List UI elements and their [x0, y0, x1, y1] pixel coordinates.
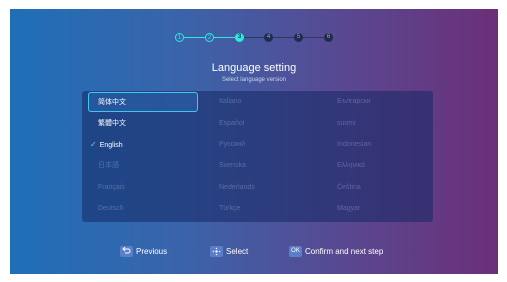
language-option-label: English — [99, 142, 123, 149]
setup-stepper: 1 2 3 4 5 6 — [10, 31, 498, 45]
language-option-czech[interactable]: Čeština — [327, 178, 437, 198]
checkmark-icon: ✓ — [90, 140, 97, 149]
ok-key: OK — [289, 246, 302, 258]
step-6: 6 — [324, 33, 333, 42]
confirm-label: Confirm and next step — [305, 247, 384, 256]
setup-screen: 1 2 3 4 5 6 Language setting Select lang… — [10, 9, 498, 274]
language-option-greek[interactable]: Ελληνικά — [327, 156, 437, 176]
step-2: 2 — [205, 33, 214, 42]
step-connector — [303, 37, 324, 38]
step-connector — [273, 37, 294, 38]
language-option-swedish[interactable]: Svenska — [209, 156, 319, 176]
step-connector — [184, 37, 205, 38]
language-grid: 简体中文 繁體中文 ✓ English 日本語 Français Deutsch … — [82, 91, 433, 222]
language-option-russian[interactable]: Русский — [209, 135, 319, 155]
step-connector — [214, 37, 235, 38]
step-4: 4 — [264, 33, 273, 42]
previous-label: Previous — [136, 247, 168, 256]
step-connector — [244, 37, 264, 38]
language-option-german[interactable]: Deutsch — [88, 199, 198, 219]
language-option-indonesian[interactable]: Indonesian — [327, 135, 437, 155]
language-option-traditional-chinese[interactable]: 繁體中文 — [88, 114, 198, 134]
language-option-finnish[interactable]: suomi — [327, 114, 437, 134]
language-option-english[interactable]: ✓ English — [88, 135, 198, 155]
select-label: Select — [226, 247, 249, 256]
select-hint[interactable]: Select — [210, 246, 248, 258]
page-subtitle: Select language version — [221, 77, 287, 83]
language-option-simplified-chinese[interactable]: 简体中文 — [88, 92, 198, 112]
language-option-spanish[interactable]: Español — [209, 114, 319, 134]
language-option-french[interactable]: Français — [88, 178, 198, 198]
language-option-dutch[interactable]: Nederlands — [209, 178, 319, 198]
language-option-japanese[interactable]: 日本語 — [88, 156, 198, 176]
language-option-turkish[interactable]: Türkçe — [209, 199, 319, 219]
confirm-hint[interactable]: OK Confirm and next step — [289, 246, 383, 258]
return-arrow-icon — [120, 246, 133, 258]
page-title: Language setting — [211, 62, 297, 74]
language-option-bulgarian[interactable]: Български — [327, 92, 437, 112]
language-option-italian[interactable]: Italiano — [209, 92, 319, 112]
step-5: 5 — [294, 33, 303, 42]
dpad-icon — [210, 246, 223, 258]
step-1: 1 — [175, 33, 184, 42]
previous-hint[interactable]: Previous — [120, 246, 167, 258]
step-3: 3 — [235, 33, 244, 42]
language-option-hungarian[interactable]: Magyar — [327, 199, 437, 219]
